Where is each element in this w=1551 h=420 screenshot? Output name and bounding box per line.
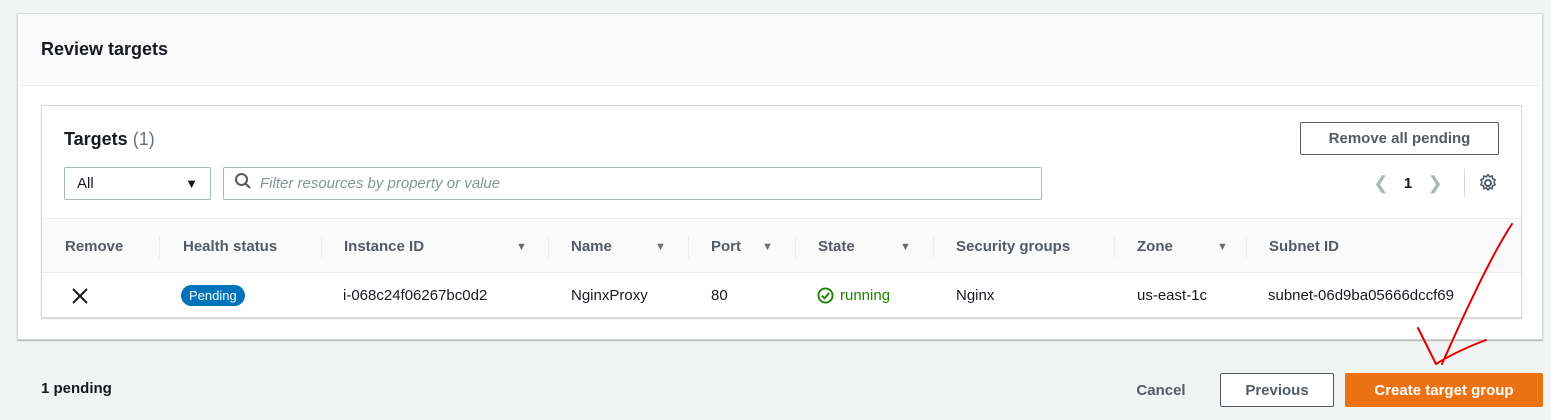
column-header-subnet-id: Subnet ID bbox=[1269, 238, 1339, 255]
remove-all-pending-button[interactable]: Remove all pending bbox=[1300, 122, 1499, 155]
targets-title-label: Targets bbox=[64, 129, 128, 149]
pending-count: 1 pending bbox=[41, 380, 112, 397]
security-groups-cell: Nginx bbox=[956, 287, 995, 304]
targets-table: Remove Health status Instance ID ▼ Name … bbox=[42, 218, 1521, 318]
column-header-zone[interactable]: Zone ▼ bbox=[1137, 219, 1228, 274]
column-header-instance-id[interactable]: Instance ID ▼ bbox=[344, 219, 528, 274]
remove-target-button[interactable] bbox=[71, 273, 89, 318]
column-header-name-label: Name bbox=[571, 238, 612, 255]
state-label: running bbox=[840, 287, 891, 304]
column-divider bbox=[688, 236, 689, 258]
column-header-instance-label: Instance ID bbox=[344, 238, 425, 255]
column-divider bbox=[1246, 236, 1247, 258]
column-divider bbox=[159, 236, 160, 258]
column-divider bbox=[548, 236, 549, 258]
previous-page-icon[interactable]: ❮ bbox=[1364, 173, 1398, 194]
gear-icon[interactable] bbox=[1477, 172, 1499, 194]
close-icon bbox=[72, 287, 88, 304]
zone-cell: us-east-1c bbox=[1137, 287, 1208, 304]
targets-title: Targets (1) bbox=[64, 129, 155, 150]
search-input[interactable] bbox=[260, 175, 1000, 192]
health-status-cell: Pending bbox=[181, 273, 245, 318]
search-icon bbox=[234, 172, 252, 195]
filter-select[interactable]: All ▼ bbox=[64, 167, 211, 200]
pager-divider bbox=[1464, 169, 1465, 197]
state-cell: running bbox=[817, 273, 890, 318]
column-header-port-label: Port bbox=[711, 238, 741, 255]
sort-icon: ▼ bbox=[900, 240, 911, 253]
sort-icon: ▼ bbox=[762, 240, 773, 253]
column-header-state-label: State bbox=[818, 238, 855, 255]
column-header-name[interactable]: Name ▼ bbox=[571, 219, 697, 274]
review-targets-header: Review targets bbox=[18, 14, 1542, 86]
status-badge: Pending bbox=[181, 285, 245, 306]
create-target-group-button[interactable]: Create target group bbox=[1345, 373, 1543, 407]
column-divider bbox=[321, 236, 322, 258]
port-cell: 80 bbox=[711, 287, 728, 304]
instance-id-cell: i-068c24f06267bc0d2 bbox=[343, 287, 488, 304]
column-divider bbox=[1114, 236, 1115, 258]
table-row: Pending i-068c24f06267bc0d2 NginxProxy 8… bbox=[42, 273, 1521, 318]
column-header-remove: Remove bbox=[65, 238, 124, 255]
column-header-port[interactable]: Port ▼ bbox=[711, 219, 811, 274]
column-divider bbox=[933, 236, 934, 258]
caret-down-icon: ▼ bbox=[185, 176, 198, 191]
page-title: Review targets bbox=[41, 39, 169, 59]
column-header-security-groups: Security groups bbox=[956, 238, 1071, 255]
search-field[interactable] bbox=[223, 167, 1042, 200]
filter-select-value: All bbox=[77, 175, 94, 192]
current-page[interactable]: 1 bbox=[1398, 175, 1418, 192]
sort-icon: ▼ bbox=[516, 240, 527, 253]
subnet-id-cell: subnet-06d9ba05666dccf69 bbox=[1268, 287, 1454, 304]
column-divider bbox=[795, 236, 796, 258]
targets-count: (1) bbox=[132, 129, 155, 149]
targets-container: Targets (1) Remove all pending All ▼ ❮ 1… bbox=[41, 105, 1522, 318]
pagination: ❮ 1 ❯ bbox=[1364, 169, 1499, 197]
column-header-health: Health status bbox=[183, 238, 278, 255]
previous-button[interactable]: Previous bbox=[1220, 373, 1334, 407]
cancel-button[interactable]: Cancel bbox=[1118, 374, 1204, 406]
next-page-icon[interactable]: ❯ bbox=[1418, 173, 1452, 194]
column-header-zone-label: Zone bbox=[1137, 238, 1173, 255]
check-circle-icon bbox=[817, 287, 834, 304]
sort-icon: ▼ bbox=[655, 240, 666, 253]
name-cell: NginxProxy bbox=[571, 287, 648, 304]
sort-icon: ▼ bbox=[1217, 240, 1228, 253]
column-header-state[interactable]: State ▼ bbox=[818, 219, 948, 274]
review-targets-panel: Review targets Targets (1) Remove all pe… bbox=[17, 13, 1543, 340]
table-header: Remove Health status Instance ID ▼ Name … bbox=[42, 218, 1521, 273]
